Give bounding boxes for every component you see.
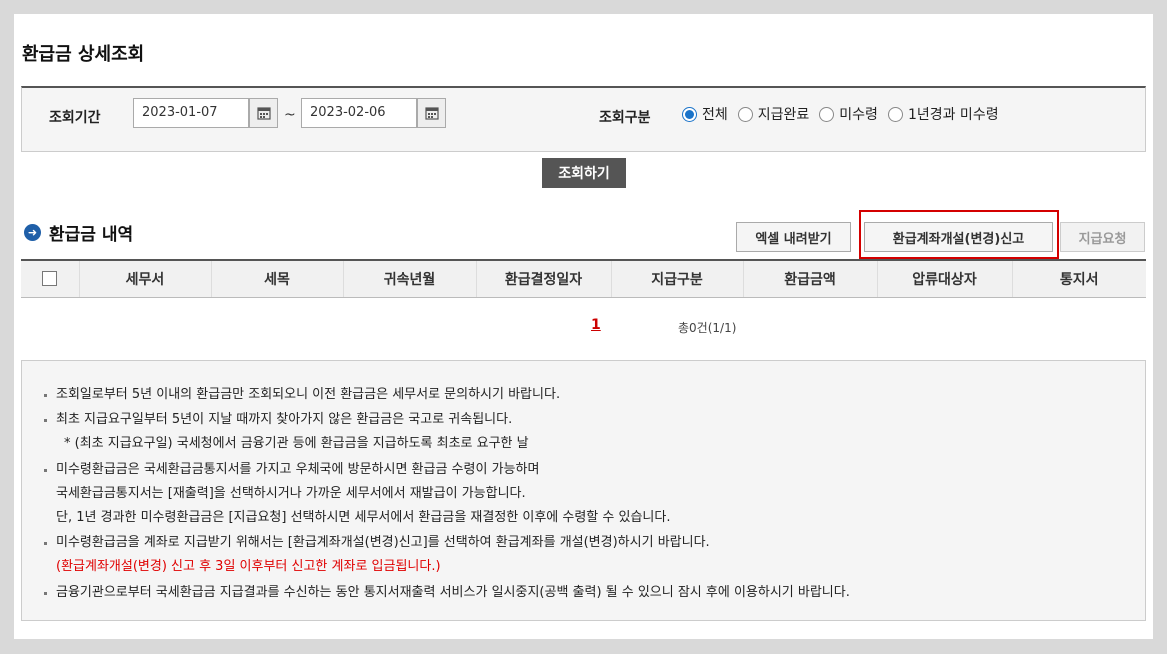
total-count: 총0건(1/1) [678,321,737,335]
col-seizure-target: 압류대상자 [877,259,1013,298]
notice-line: 금융기관으로부터 국세환급금 지급결과를 수신하는 동안 통지서재출력 서비스가… [44,581,1145,605]
notice-box: 조회일로부터 5년 이내의 환급금만 조회되오니 이전 환급금은 세무서로 문의… [21,360,1146,621]
col-payment-type: 지급구분 [611,259,744,298]
col-tax-office: 세무서 [79,259,212,298]
refund-table: 세무서 세목 귀속년월 환급결정일자 지급구분 환급금액 압류대상자 통지서 [21,259,1146,298]
calendar-icon[interactable] [249,98,278,128]
notice-line: 미수령환급금을 계좌로 지급받기 위해서는 [환급계좌개설(변경)신고]를 선택… [44,531,1145,555]
notice-line: 미수령환급금은 국세환급금통지서를 가지고 우체국에 방문하시면 환급금 수령이… [44,458,1145,482]
notice-subline: * (최초 지급요구일) 국세청에서 금융기관 등에 환급금을 지급하도록 최초… [64,436,529,451]
payment-request-button[interactable]: 지급요청 [1060,222,1145,252]
account-register-button[interactable]: 환급계좌개설(변경)신고 [864,222,1053,252]
notice-line: 조회일로부터 5년 이내의 환급금만 조회되오니 이전 환급금은 세무서로 문의… [44,383,1145,407]
radio-all[interactable]: 전체 [682,104,728,124]
radio-icon[interactable] [737,106,753,122]
radio-icon[interactable] [819,106,835,122]
section-title: ➜ 환급금 내역 [24,220,133,245]
page-link[interactable]: 1 [591,317,601,333]
query-button[interactable]: 조회하기 [542,158,626,188]
radio-unclaimed[interactable]: 미수령 [819,104,878,124]
select-all-header [21,259,80,298]
col-amount: 환급금액 [743,259,878,298]
date-separator: ~ [284,107,296,123]
notice-warning: (환급계좌개설(변경) 신고 후 3일 이후부터 신고한 계좌로 입금됩니다.) [56,559,441,574]
calendar-icon[interactable] [417,98,446,128]
radio-icon[interactable] [887,106,903,122]
notice-subline: 단, 1년 경과한 미수령환급금은 [지급요청] 선택하시면 세무서에서 환급금… [56,510,671,525]
search-box: 조회기간 2023-01-07 ~ 2023-02-06 조회구분 전체 지급완… [21,86,1146,152]
period-label: 조회기간 [49,110,101,126]
notice-line: 최초 지급요구일부터 5년이 지날 때까지 찾아가지 않은 환급금은 국고로 귀… [44,408,1145,432]
col-decision-date: 환급결정일자 [476,259,612,298]
content-panel: 환급금 상세조회 조회기간 2023-01-07 ~ 2023-02-06 조회… [14,14,1153,639]
excel-download-button[interactable]: 엑셀 내려받기 [736,222,851,252]
radio-unclaimed-1yr[interactable]: 1년경과 미수령 [887,104,999,124]
type-label: 조회구분 [599,110,651,126]
col-notice: 통지서 [1012,259,1146,298]
radio-paid[interactable]: 지급완료 [737,104,809,124]
col-period: 귀속년월 [343,259,477,298]
select-all-checkbox[interactable] [42,271,58,287]
page-title: 환급금 상세조회 [22,44,145,65]
radio-selected-icon[interactable] [682,106,697,122]
date-to-input[interactable]: 2023-02-06 [301,98,417,128]
table-header-row: 세무서 세목 귀속년월 환급결정일자 지급구분 환급금액 압류대상자 통지서 [21,259,1146,298]
type-radio-group: 전체 지급완료 미수령 1년경과 미수령 [682,104,999,124]
date-from-input[interactable]: 2023-01-07 [133,98,249,128]
col-tax-item: 세목 [211,259,344,298]
arrow-circle-icon: ➜ [24,224,41,241]
notice-subline: 국세환급금통지서는 [재출력]을 선택하시거나 가까운 세무서에서 재발급이 가… [56,486,526,501]
